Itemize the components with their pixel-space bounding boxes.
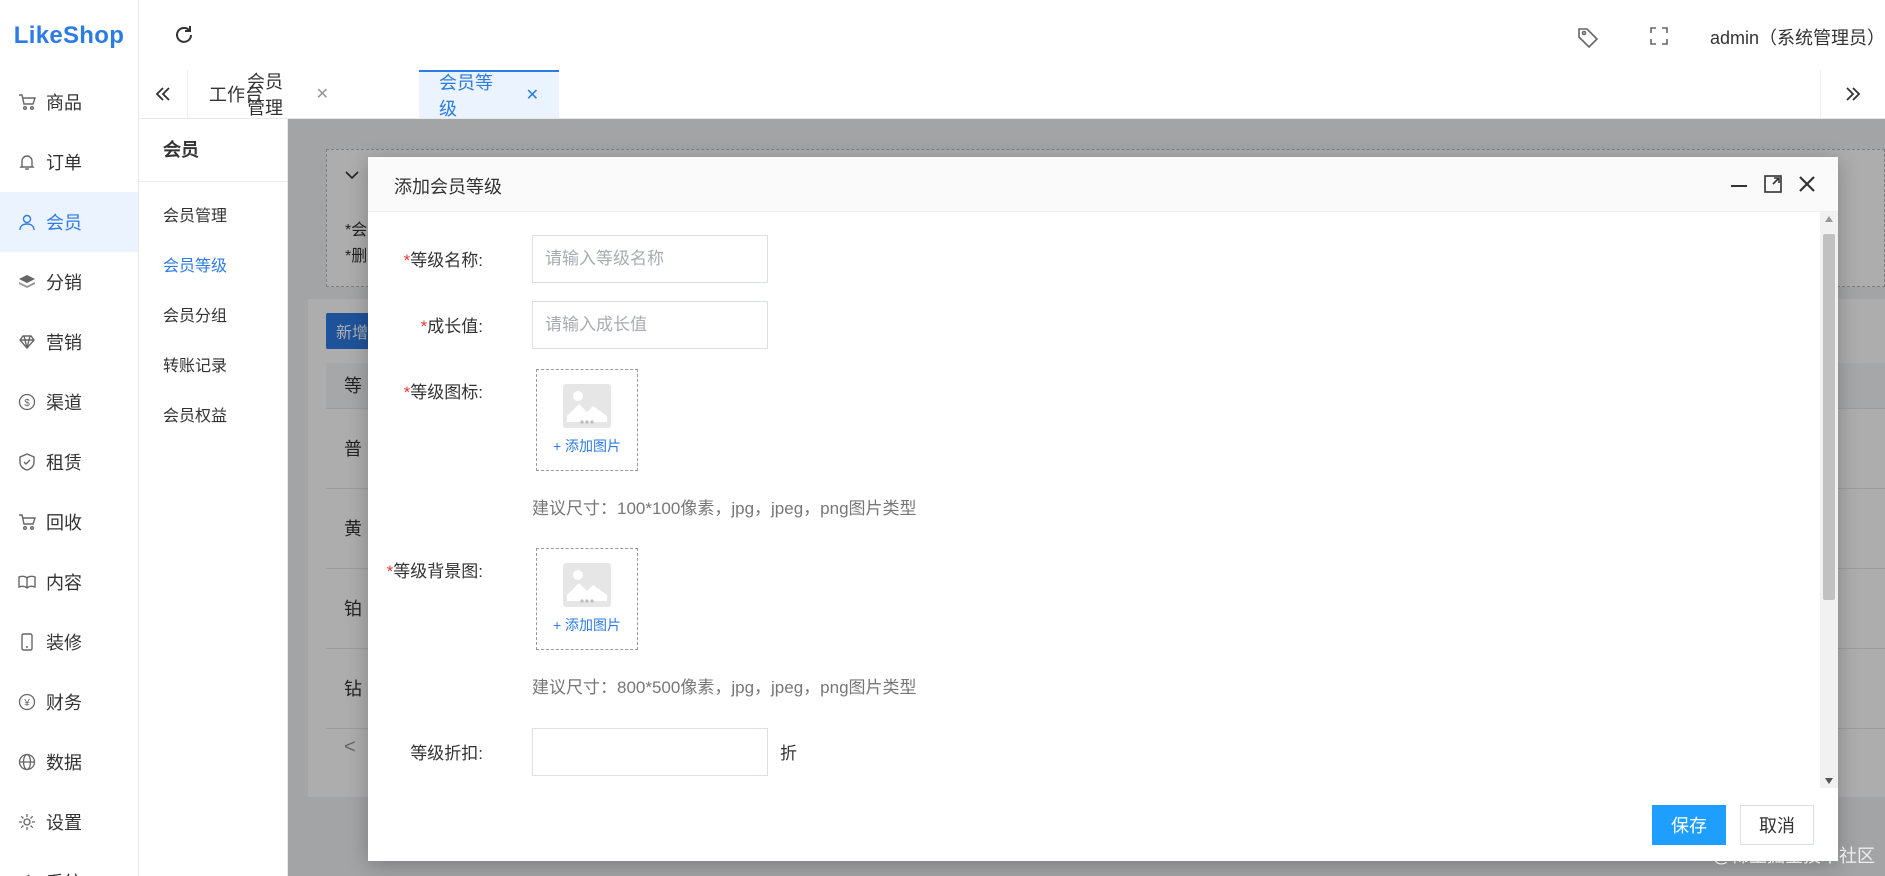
sidebar-item-label: 内容	[46, 573, 82, 593]
book-icon	[18, 573, 36, 591]
cancel-button[interactable]: 取消	[1740, 805, 1814, 845]
sidebar-item-marketing[interactable]: 营销	[0, 312, 138, 372]
sidebar-item-label: 渠道	[46, 393, 82, 413]
sidebar-item-label: 会员	[46, 213, 82, 233]
diamond-icon	[18, 333, 36, 351]
close-icon[interactable]: ✕	[526, 85, 539, 105]
submenu-title: 会员	[139, 119, 287, 182]
user-menu[interactable]: admin（系统管理员）	[1710, 24, 1885, 50]
level-icon-upload[interactable]: + 添加图片	[536, 369, 638, 471]
close-icon[interactable]: ✕	[316, 84, 329, 104]
scroll-down-arrow-icon[interactable]	[1825, 778, 1833, 784]
discount-input[interactable]	[532, 728, 768, 776]
sidebar-item-label: 装修	[46, 633, 82, 653]
phone-icon	[18, 633, 36, 651]
tabs-scroll-left-icon[interactable]	[139, 70, 188, 118]
level-name-input[interactable]	[532, 235, 768, 283]
fullscreen-icon[interactable]	[1649, 26, 1669, 46]
cart-icon	[18, 513, 36, 531]
minimize-icon[interactable]	[1728, 173, 1750, 195]
submenu-item-transfer-records[interactable]: 转账记录	[139, 342, 287, 392]
sub-sidebar: 会员 会员管理 会员等级 会员分组 转账记录 会员权益	[139, 119, 288, 876]
sidebar-item-label: 订单	[46, 153, 82, 173]
submenu-item-member-level[interactable]: 会员等级	[139, 242, 287, 292]
scroll-up-arrow-icon[interactable]	[1825, 216, 1833, 222]
sidebar-item-data[interactable]: 数据	[0, 732, 138, 792]
svg-text:¥: ¥	[23, 698, 30, 709]
sidebar-item-rental[interactable]: 租赁	[0, 432, 138, 492]
sidebar-item-label: 回收	[46, 513, 82, 533]
dialog-scrollbar[interactable]	[1820, 212, 1838, 788]
level-background-hint: 建议尺寸：800*500像素，jpg，jpeg，png图片类型	[532, 678, 917, 697]
add-level-dialog: 添加会员等级 *等级名称: *成长值: *等级图标: + 添加图片 建议尺寸：1…	[368, 157, 1838, 861]
tag-icon[interactable]	[1577, 26, 1599, 49]
sidebar-item-goods[interactable]: 商品	[0, 72, 138, 132]
layers-icon	[18, 273, 36, 291]
globe-icon	[18, 753, 36, 771]
tab-label: 会员管理	[247, 72, 283, 118]
discount-unit: 折	[780, 744, 797, 763]
level-background-label: *等级背景图:	[386, 562, 483, 581]
sidebar-item-distribution[interactable]: 分销	[0, 252, 138, 312]
svg-text:$: $	[24, 398, 30, 409]
cart-icon	[18, 93, 36, 111]
submenu-item-member-rights[interactable]: 会员权益	[139, 392, 287, 442]
sidebar-item-system[interactable]: 系统	[0, 852, 138, 876]
sidebar-item-orders[interactable]: 订单	[0, 132, 138, 192]
gear-icon	[18, 813, 36, 831]
save-button[interactable]: 保存	[1652, 805, 1726, 845]
shield-check-icon	[18, 453, 36, 471]
image-placeholder-icon	[563, 384, 611, 428]
main-sidebar: LikeShop 商品 订单 会员 分销 营销 $ 渠道 租赁 回收 内容 装修…	[0, 0, 139, 876]
sidebar-item-label: 营销	[46, 333, 82, 353]
sidebar-item-finance[interactable]: ¥ 财务	[0, 672, 138, 732]
growth-input[interactable]	[532, 301, 768, 349]
sidebar-item-label: 系统	[46, 869, 82, 876]
yen-circle-icon: ¥	[18, 693, 36, 711]
sidebar-item-content[interactable]: 内容	[0, 552, 138, 612]
sidebar-item-label: 设置	[46, 813, 82, 833]
level-name-label: *等级名称:	[403, 251, 483, 270]
submenu-item-member-management[interactable]: 会员管理	[139, 192, 287, 242]
sidebar-item-label: 分销	[46, 273, 82, 293]
sidebar-item-recycle[interactable]: 回收	[0, 492, 138, 552]
sidebar-item-decoration[interactable]: 装修	[0, 612, 138, 672]
maximize-icon[interactable]	[1762, 173, 1784, 195]
level-background-upload[interactable]: + 添加图片	[536, 548, 638, 650]
scroll-thumb[interactable]	[1823, 234, 1835, 600]
user-icon	[18, 213, 36, 231]
sidebar-item-label: 租赁	[46, 453, 82, 473]
level-icon-hint: 建议尺寸：100*100像素，jpg，jpeg，png图片类型	[532, 499, 917, 518]
dialog-title: 添加会员等级	[394, 177, 502, 197]
tab-label: 会员等级	[439, 73, 493, 119]
tabs-scroll-right-icon[interactable]	[1820, 70, 1885, 118]
sidebar-item-members[interactable]: 会员	[0, 192, 138, 252]
sidebar-item-channels[interactable]: $ 渠道	[0, 372, 138, 432]
tab-member-management[interactable]: 会员管理 ✕	[227, 70, 349, 118]
tabs-bar: 工作台 会员管理 ✕ 会员等级 ✕	[139, 70, 1885, 119]
dialog-body: *等级名称: *成长值: *等级图标: + 添加图片 建议尺寸：100*100像…	[368, 212, 1820, 788]
image-placeholder-icon	[563, 563, 611, 607]
submenu-item-member-group[interactable]: 会员分组	[139, 292, 287, 342]
refresh-icon[interactable]	[173, 24, 195, 46]
sidebar-item-label: 数据	[46, 753, 82, 773]
sidebar-item-label: 财务	[46, 693, 82, 713]
dollar-circle-icon: $	[18, 393, 36, 411]
discount-label: 等级折扣:	[410, 744, 483, 763]
level-icon-label: *等级图标:	[403, 383, 483, 402]
close-icon[interactable]	[1796, 173, 1818, 195]
main-menu: 商品 订单 会员 分销 营销 $ 渠道 租赁 回收 内容 装修 ¥ 财务 数据 …	[0, 72, 138, 876]
growth-label: *成长值:	[420, 317, 483, 336]
watermark: @稀土掘金技术社区	[1712, 846, 1875, 866]
top-header: admin（系统管理员）	[139, 0, 1885, 71]
add-image-link[interactable]: + 添加图片	[553, 436, 621, 456]
bell-icon	[18, 153, 36, 171]
dialog-footer: 保存 取消	[368, 789, 1838, 861]
logo[interactable]: LikeShop	[0, 0, 138, 72]
dialog-header: 添加会员等级	[368, 157, 1838, 212]
sidebar-item-settings[interactable]: 设置	[0, 792, 138, 852]
add-image-link[interactable]: + 添加图片	[553, 615, 621, 635]
sidebar-item-label: 商品	[46, 93, 82, 113]
tab-member-level[interactable]: 会员等级 ✕	[419, 70, 559, 119]
